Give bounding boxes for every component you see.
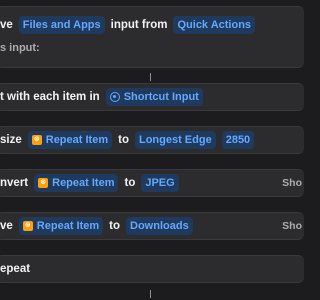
convert-prefix: nvert xyxy=(0,177,29,189)
receive-prefix: ve xyxy=(0,19,13,31)
token-input-types-label: Files and Apps xyxy=(22,19,101,31)
token-longest-edge-label: Longest Edge xyxy=(138,134,212,146)
repeat-each-prefix: t with each item in xyxy=(0,91,100,103)
end-repeat-label: epeat xyxy=(0,263,31,275)
token-repeat-item-label: Repeat Item xyxy=(52,177,115,189)
token-format[interactable]: JPEG xyxy=(141,174,179,192)
action-card-resize[interactable]: size ⊗ Repeat Item to Longest Edge 2850 xyxy=(0,126,304,154)
receive-subtext: s input: xyxy=(0,42,40,54)
token-input-types[interactable]: Files and Apps xyxy=(18,16,105,34)
receive-mid: input from xyxy=(110,19,168,31)
shortcut-editor-canvas: ve Files and Apps input from Quick Actio… xyxy=(0,0,304,300)
token-format-label: JPEG xyxy=(145,177,175,189)
resize-mid: to xyxy=(118,134,129,146)
resize-prefix: size xyxy=(0,134,22,146)
token-repeat-item-label: Repeat Item xyxy=(45,134,109,146)
token-size-value-label: 2850 xyxy=(225,134,251,146)
show-more-button[interactable]: Sho xyxy=(282,177,302,189)
action-card-convert[interactable]: nvert ⊗ Repeat Item to JPEG Sho xyxy=(0,169,304,197)
token-input-source-label: Quick Actions xyxy=(177,19,252,31)
token-destination-label: Downloads xyxy=(130,220,189,232)
convert-mid: to xyxy=(124,177,136,189)
gear-icon xyxy=(109,92,120,102)
variable-badge-icon: ⊗ xyxy=(38,178,49,188)
token-destination[interactable]: Downloads xyxy=(126,217,193,235)
show-more-button[interactable]: Sho xyxy=(282,220,302,232)
connector-line xyxy=(150,290,151,298)
action-card-repeat-each[interactable]: t with each item in Shortcut Input xyxy=(0,83,304,111)
token-shortcut-input[interactable]: Shortcut Input xyxy=(105,88,203,106)
token-longest-edge[interactable]: Longest Edge xyxy=(134,131,216,149)
variable-badge-icon: ⊗ xyxy=(22,221,33,231)
action-card-save[interactable]: ve ⊗ Repeat Item to Downloads Sho xyxy=(0,212,304,240)
token-repeat-item-label: Repeat Item xyxy=(36,220,100,232)
token-repeat-item[interactable]: ⊗ Repeat Item xyxy=(34,174,119,192)
token-repeat-item[interactable]: ⊗ Repeat Item xyxy=(27,131,113,149)
variable-badge-icon: ⊗ xyxy=(31,135,42,145)
token-shortcut-input-label: Shortcut Input xyxy=(123,91,199,103)
token-repeat-item[interactable]: ⊗ Repeat Item xyxy=(18,217,104,235)
action-card-end-repeat[interactable]: epeat xyxy=(0,255,304,283)
token-input-source[interactable]: Quick Actions xyxy=(173,16,256,34)
connector-line xyxy=(150,73,151,81)
save-prefix: ve xyxy=(0,220,13,232)
action-card-receive[interactable]: ve Files and Apps input from Quick Actio… xyxy=(0,6,304,68)
save-mid: to xyxy=(109,220,121,232)
token-size-value[interactable]: 2850 xyxy=(221,131,255,149)
